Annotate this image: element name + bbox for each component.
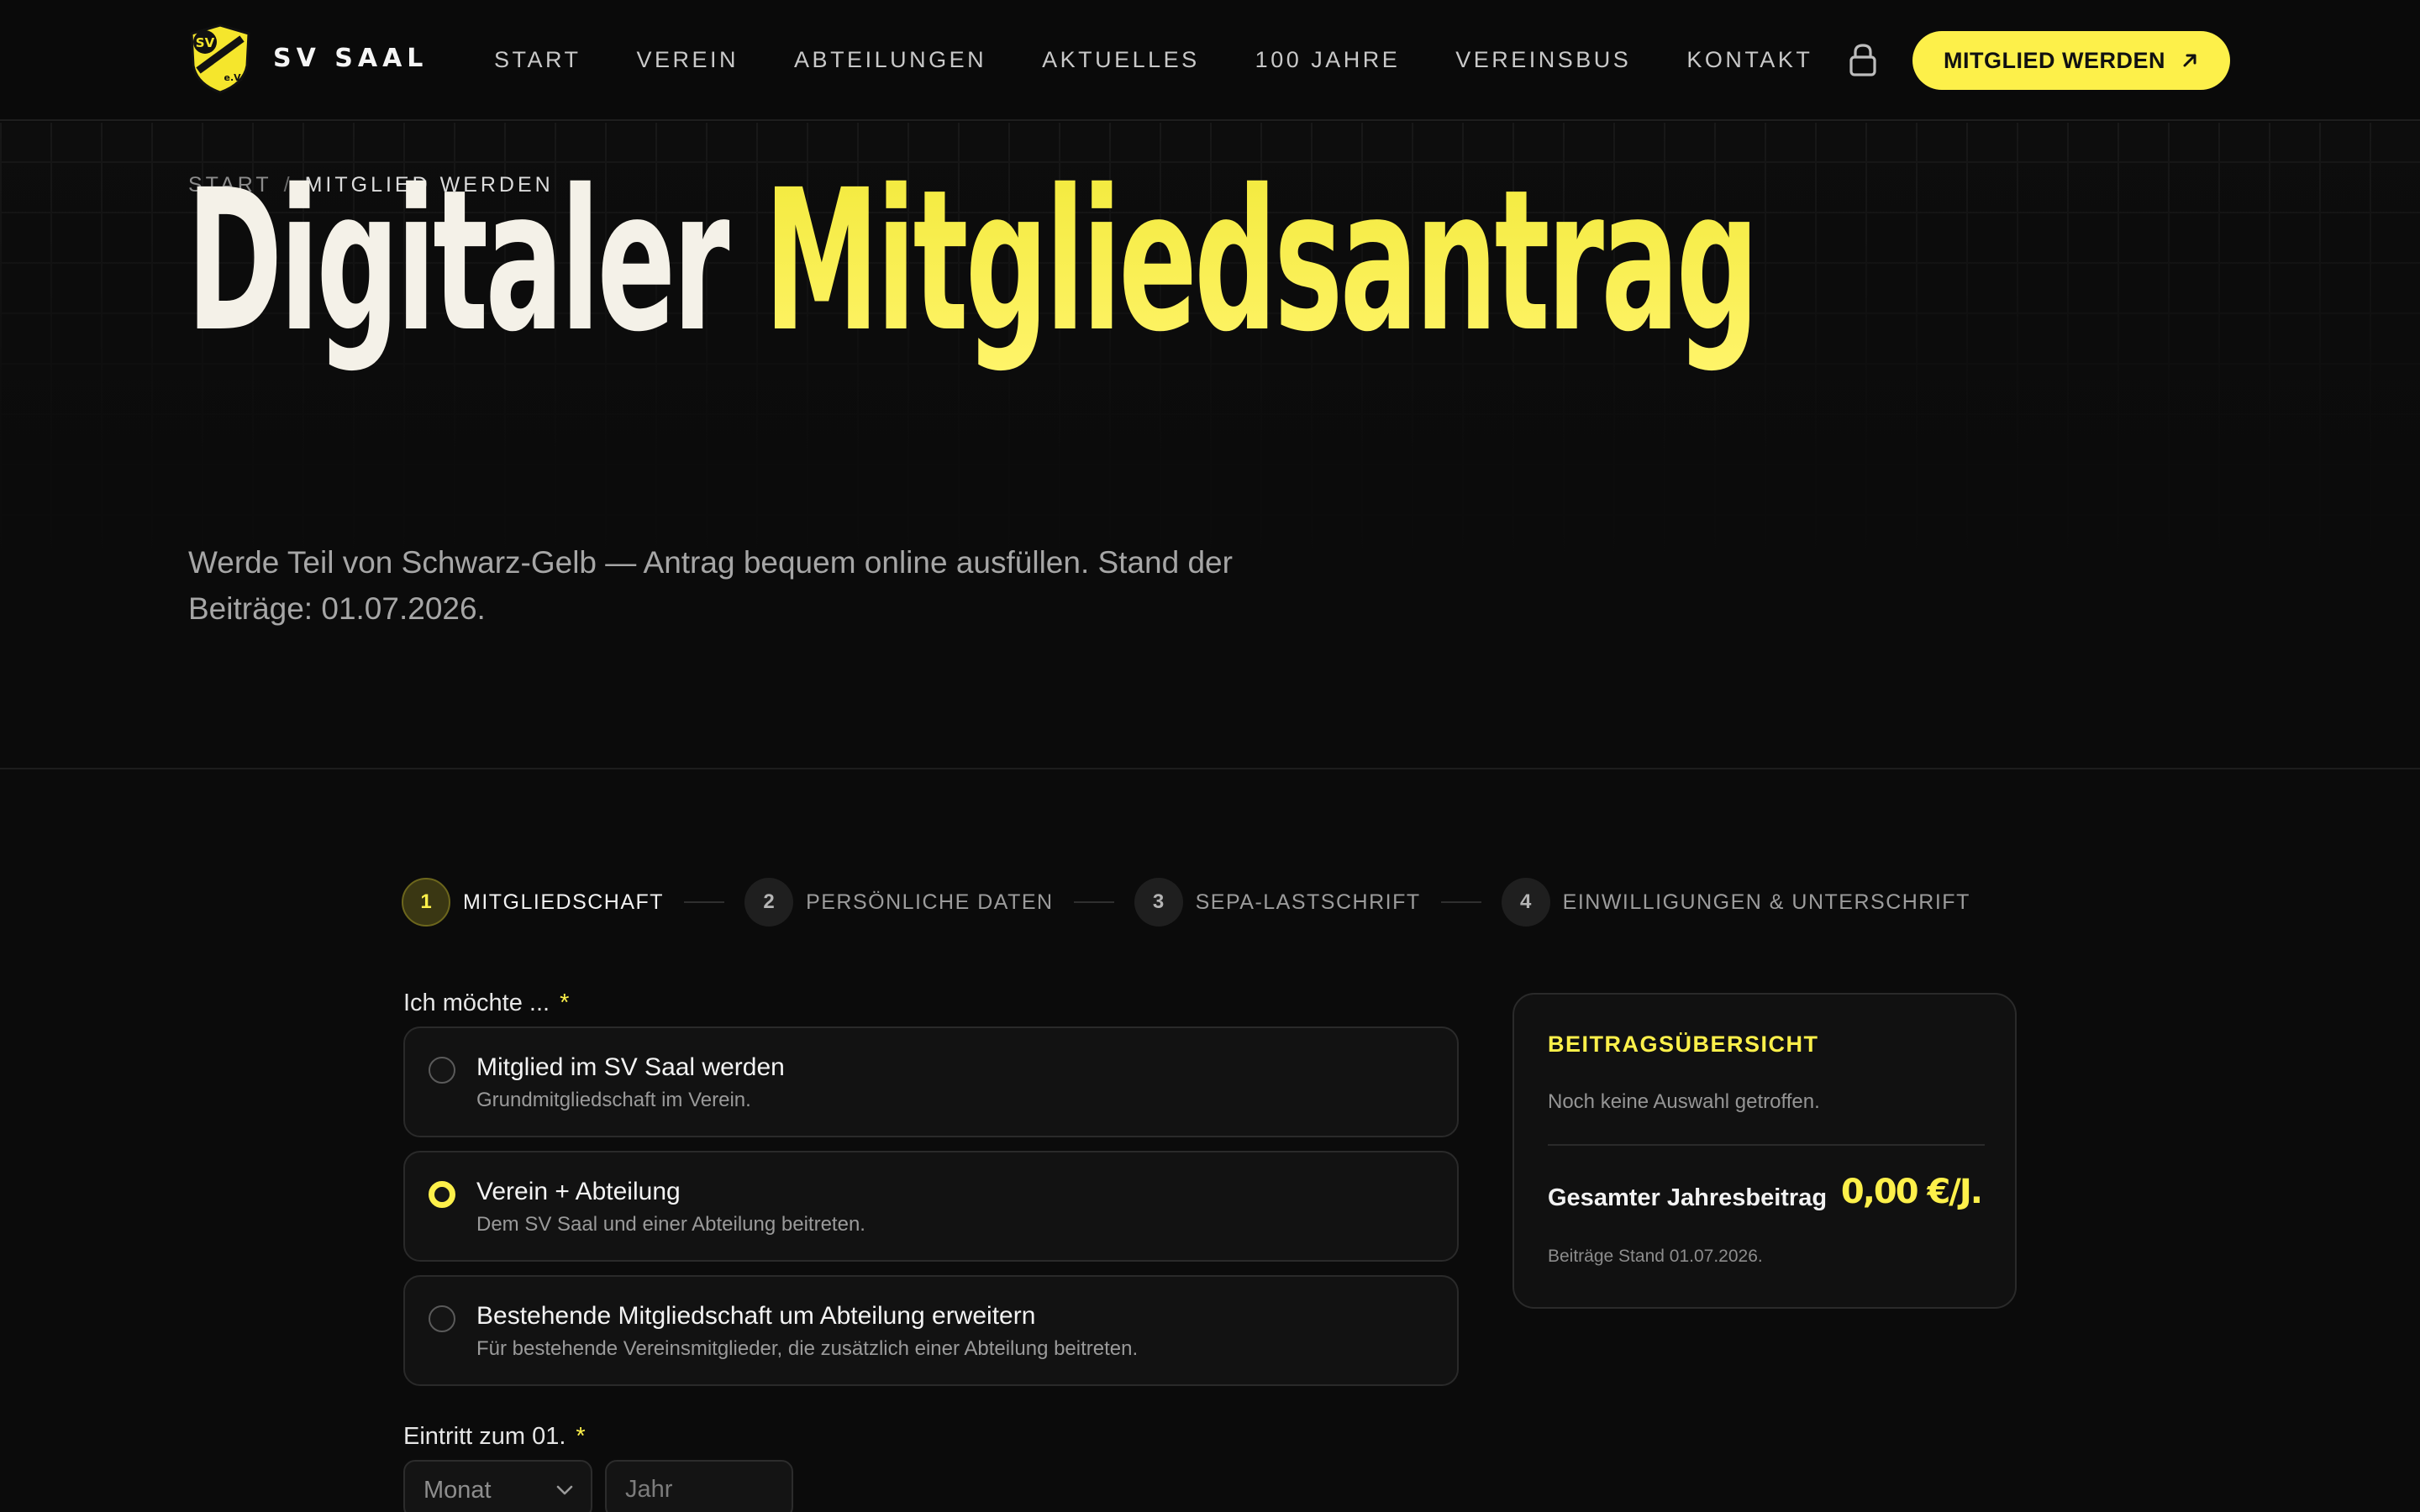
step-label: PERSÖNLICHE DATEN [806,890,1054,914]
step-number: 1 [402,878,450,927]
step-label: EINWILLIGUNGEN & UNTERSCHRIFT [1562,890,1970,914]
option-title: Mitglied im SV Saal werden [476,1053,785,1081]
step-connector [1440,901,1481,903]
chevron-down-icon [556,1485,573,1495]
step-label: MITGLIEDSCHAFT [463,890,665,914]
nav-aktuelles[interactable]: AKTUELLES [1042,47,1200,73]
year-input[interactable] [605,1460,793,1512]
entry-date-label: Eintritt zum 01. * [403,1423,586,1451]
step-persoenliche-daten[interactable]: 2 PERSÖNLICHE DATEN [744,878,1054,927]
radio-club-and-department[interactable] [429,1181,455,1208]
svg-text:SV: SV [196,35,215,50]
step-einwilligungen[interactable]: 4 EINWILLIGUNGEN & UNTERSCHRIFT [1501,878,1970,927]
option-membership[interactable]: Mitglied im SV Saal werden Grundmitglied… [403,1026,1459,1137]
step-sepa-lastschrift[interactable]: 3 SEPA-LASTSCHRIFT [1134,878,1421,927]
step-number: 2 [744,878,794,927]
step-label: SEPA-LASTSCHRIFT [1195,890,1421,914]
option-title: Verein + Abteilung [476,1178,681,1205]
summary-total-value: 0,00 €/J. [1840,1173,1983,1211]
site-header: SV e.V. SV SAAL START VEREIN ABTEILUNGEN… [0,0,2420,121]
lock-icon[interactable] [1847,42,1879,77]
month-select-value: Monat [424,1477,492,1504]
month-select[interactable]: Monat [403,1460,592,1512]
main-nav: START VEREIN ABTEILUNGEN AKTUELLES 100 J… [494,47,1868,73]
nav-abteilungen[interactable]: ABTEILUNGEN [794,47,986,73]
step-connector [1073,901,1114,903]
club-crest-icon[interactable]: SV e.V. [187,22,254,96]
entry-date-label-text: Eintritt zum 01. [403,1423,566,1450]
option-title: Bestehende Mitgliedschaft um Abteilung e… [476,1302,1036,1330]
option-description: Grundmitgliedschaft im Verein. [476,1089,751,1111]
intent-label-text: Ich möchte ... [403,990,550,1016]
option-extend-membership[interactable]: Bestehende Mitgliedschaft um Abteilung e… [403,1275,1459,1386]
summary-divider [1548,1144,1985,1146]
radio-extend-membership[interactable] [429,1305,455,1332]
become-member-button[interactable]: MITGLIED WERDEN [1912,31,2230,90]
fee-summary-card: BEITRAGSÜBERSICHT Noch keine Auswahl get… [1512,993,2017,1309]
svg-text:e.V.: e.V. [224,72,244,83]
become-member-label: MITGLIED WERDEN [1944,47,2165,73]
required-mark: * [576,1423,586,1450]
option-description: Dem SV Saal und einer Abteilung beitrete… [476,1213,865,1236]
step-connector [684,901,725,903]
nav-vereinsbus[interactable]: VEREINSBUS [1455,47,1631,73]
radio-membership[interactable] [429,1057,455,1084]
brand-name[interactable]: SV SAAL [273,44,428,73]
summary-title: BEITRAGSÜBERSICHT [1548,1032,1819,1057]
summary-note: Beiträge Stand 01.07.2026. [1548,1247,1763,1266]
step-number: 4 [1501,878,1550,927]
intent-label: Ich möchte ... * [403,990,569,1017]
step-number: 3 [1134,878,1183,927]
form-stepper: 1 MITGLIEDSCHAFT 2 PERSÖNLICHE DATEN 3 S… [402,877,1970,927]
option-club-and-department[interactable]: Verein + Abteilung Dem SV Saal und einer… [403,1151,1459,1262]
arrow-up-right-icon [2183,54,2196,67]
nav-start[interactable]: START [494,47,581,73]
nav-kontakt[interactable]: KONTAKT [1686,47,1812,73]
option-description: Für bestehende Vereinsmitglieder, die zu… [476,1337,1139,1360]
page-subtitle: Werde Teil von Schwarz-Gelb — Antrag beq… [188,545,1233,626]
page-title: Digitaler Mitgliedsantrag [187,164,1759,359]
nav-verein[interactable]: VEREIN [637,47,739,73]
page-title-word-2: Mitgliedsantrag [764,148,1759,375]
summary-empty-text: Noch keine Auswahl getroffen. [1548,1090,1820,1113]
required-mark: * [560,990,570,1016]
nav-100-jahre[interactable]: 100 JAHRE [1255,47,1401,73]
page-title-word-1: Digitaler [187,148,729,375]
summary-total-label: Gesamter Jahresbeitrag [1548,1184,1828,1211]
step-mitgliedschaft[interactable]: 1 MITGLIEDSCHAFT [402,878,664,927]
